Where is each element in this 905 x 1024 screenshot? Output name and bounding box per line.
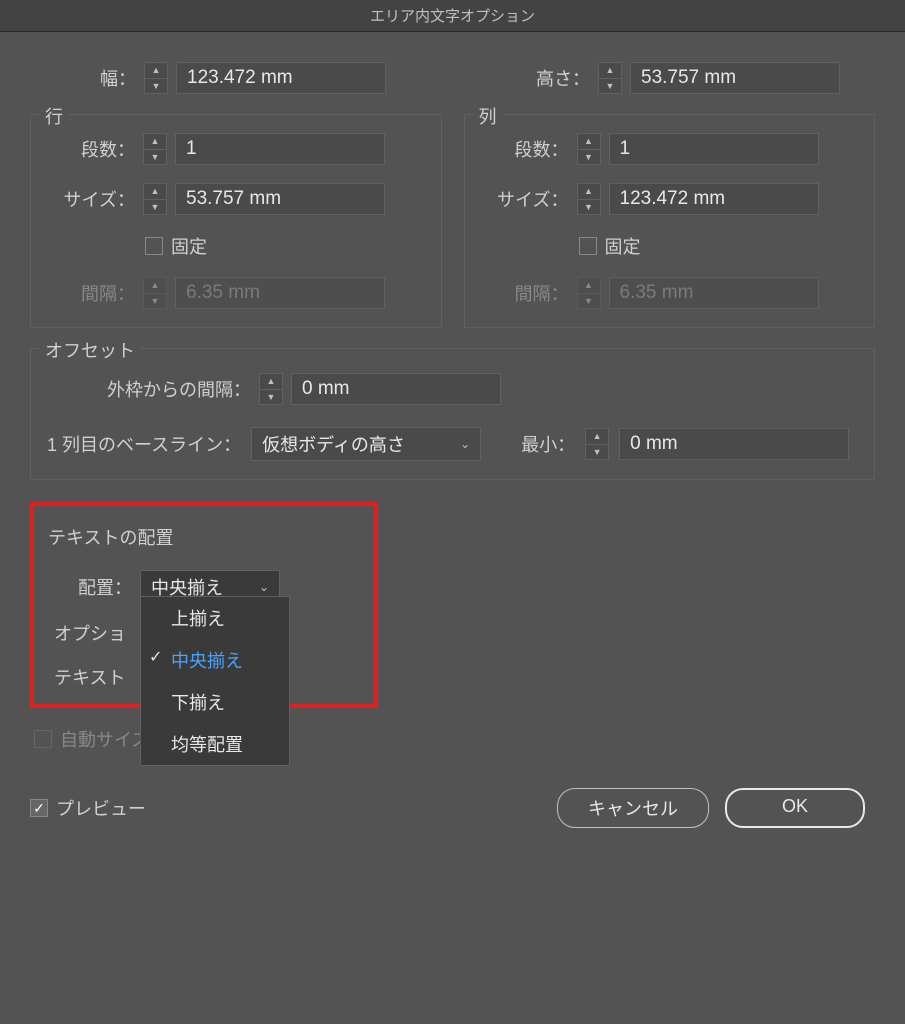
autosize-checkbox bbox=[34, 730, 52, 748]
width-input[interactable] bbox=[176, 62, 386, 94]
alignment-option-center[interactable]: ✓ 中央揃え bbox=[141, 639, 289, 681]
alignment-option-bottom[interactable]: 下揃え bbox=[141, 681, 289, 723]
preview-checkbox[interactable]: ✓ bbox=[30, 799, 48, 817]
min-input[interactable] bbox=[619, 428, 849, 460]
chevron-up-icon[interactable]: ▲ bbox=[599, 63, 621, 79]
rows-size-label: サイズ： bbox=[45, 186, 135, 212]
cols-count-label: 段数： bbox=[479, 136, 569, 162]
alignment-dropdown-menu: 上揃え ✓ 中央揃え 下揃え 均等配置 bbox=[140, 596, 290, 766]
text-alignment-highlight: テキストの配置 配置： 中央揃え ⌄ 上揃え ✓ 中央揃え 下揃え 均等配置 オ… bbox=[30, 502, 378, 708]
cols-size-stepper[interactable]: ▲▼ bbox=[577, 183, 601, 215]
ok-button[interactable]: OK bbox=[725, 788, 865, 828]
chevron-down-icon: ⌄ bbox=[259, 580, 269, 594]
rows-count-input[interactable] bbox=[175, 133, 385, 165]
cancel-button[interactable]: キャンセル bbox=[557, 788, 709, 828]
alignment-option-justify[interactable]: 均等配置 bbox=[141, 723, 289, 765]
check-icon: ✓ bbox=[149, 647, 162, 667]
cols-count-input[interactable] bbox=[609, 133, 819, 165]
inset-input[interactable] bbox=[291, 373, 501, 405]
rows-title: 行 bbox=[39, 103, 69, 129]
cols-size-label: サイズ： bbox=[479, 186, 569, 212]
rows-fixed-label: 固定 bbox=[171, 233, 207, 259]
cols-fixed-checkbox[interactable] bbox=[579, 237, 597, 255]
chevron-down-icon: ⌄ bbox=[460, 437, 470, 451]
rows-gutter-input bbox=[175, 277, 385, 309]
height-input[interactable] bbox=[630, 62, 840, 94]
cols-panel: 列 段数： ▲▼ サイズ： ▲▼ 固定 間隔： ▲▼ bbox=[464, 114, 876, 328]
cols-gutter-label: 間隔： bbox=[479, 280, 569, 306]
min-stepper[interactable]: ▲▼ bbox=[585, 428, 609, 460]
offset-panel: オフセット 外枠からの間隔： ▲▼ 1 列目のベースライン： 仮想ボディの高さ … bbox=[30, 348, 875, 480]
cols-title: 列 bbox=[473, 103, 503, 129]
cols-gutter-stepper: ▲▼ bbox=[577, 277, 601, 309]
rows-size-input[interactable] bbox=[175, 183, 385, 215]
rows-count-label: 段数： bbox=[45, 136, 135, 162]
baseline-label: 1 列目のベースライン： bbox=[47, 431, 241, 457]
inset-label: 外枠からの間隔： bbox=[107, 376, 251, 402]
width-stepper[interactable]: ▲ ▼ bbox=[144, 62, 168, 94]
width-label: 幅： bbox=[100, 65, 136, 91]
chevron-up-icon[interactable]: ▲ bbox=[145, 63, 167, 79]
min-label: 最小： bbox=[521, 431, 575, 457]
offset-title: オフセット bbox=[39, 337, 141, 363]
baseline-value: 仮想ボディの高さ bbox=[262, 431, 405, 457]
dialog-title: エリア内文字オプション bbox=[0, 0, 905, 32]
inset-stepper[interactable]: ▲▼ bbox=[259, 373, 283, 405]
height-label: 高さ： bbox=[536, 65, 590, 91]
alignment-option-top[interactable]: 上揃え bbox=[141, 597, 289, 639]
baseline-dropdown[interactable]: 仮想ボディの高さ ⌄ bbox=[251, 427, 481, 461]
text-alignment-title: テキストの配置 bbox=[48, 524, 360, 550]
cols-count-stepper[interactable]: ▲▼ bbox=[577, 133, 601, 165]
alignment-label: 配置： bbox=[78, 574, 132, 600]
rows-gutter-label: 間隔： bbox=[45, 280, 135, 306]
rows-count-stepper[interactable]: ▲▼ bbox=[143, 133, 167, 165]
preview-label: プレビュー bbox=[56, 795, 146, 821]
rows-panel: 行 段数： ▲▼ サイズ： ▲▼ 固定 間隔： ▲▼ bbox=[30, 114, 442, 328]
chevron-down-icon[interactable]: ▼ bbox=[599, 79, 621, 94]
cols-gutter-input bbox=[609, 277, 819, 309]
rows-fixed-checkbox[interactable] bbox=[145, 237, 163, 255]
height-stepper[interactable]: ▲ ▼ bbox=[598, 62, 622, 94]
rows-size-stepper[interactable]: ▲▼ bbox=[143, 183, 167, 215]
cols-size-input[interactable] bbox=[609, 183, 819, 215]
cols-fixed-label: 固定 bbox=[605, 233, 641, 259]
rows-gutter-stepper: ▲▼ bbox=[143, 277, 167, 309]
chevron-down-icon[interactable]: ▼ bbox=[145, 79, 167, 94]
